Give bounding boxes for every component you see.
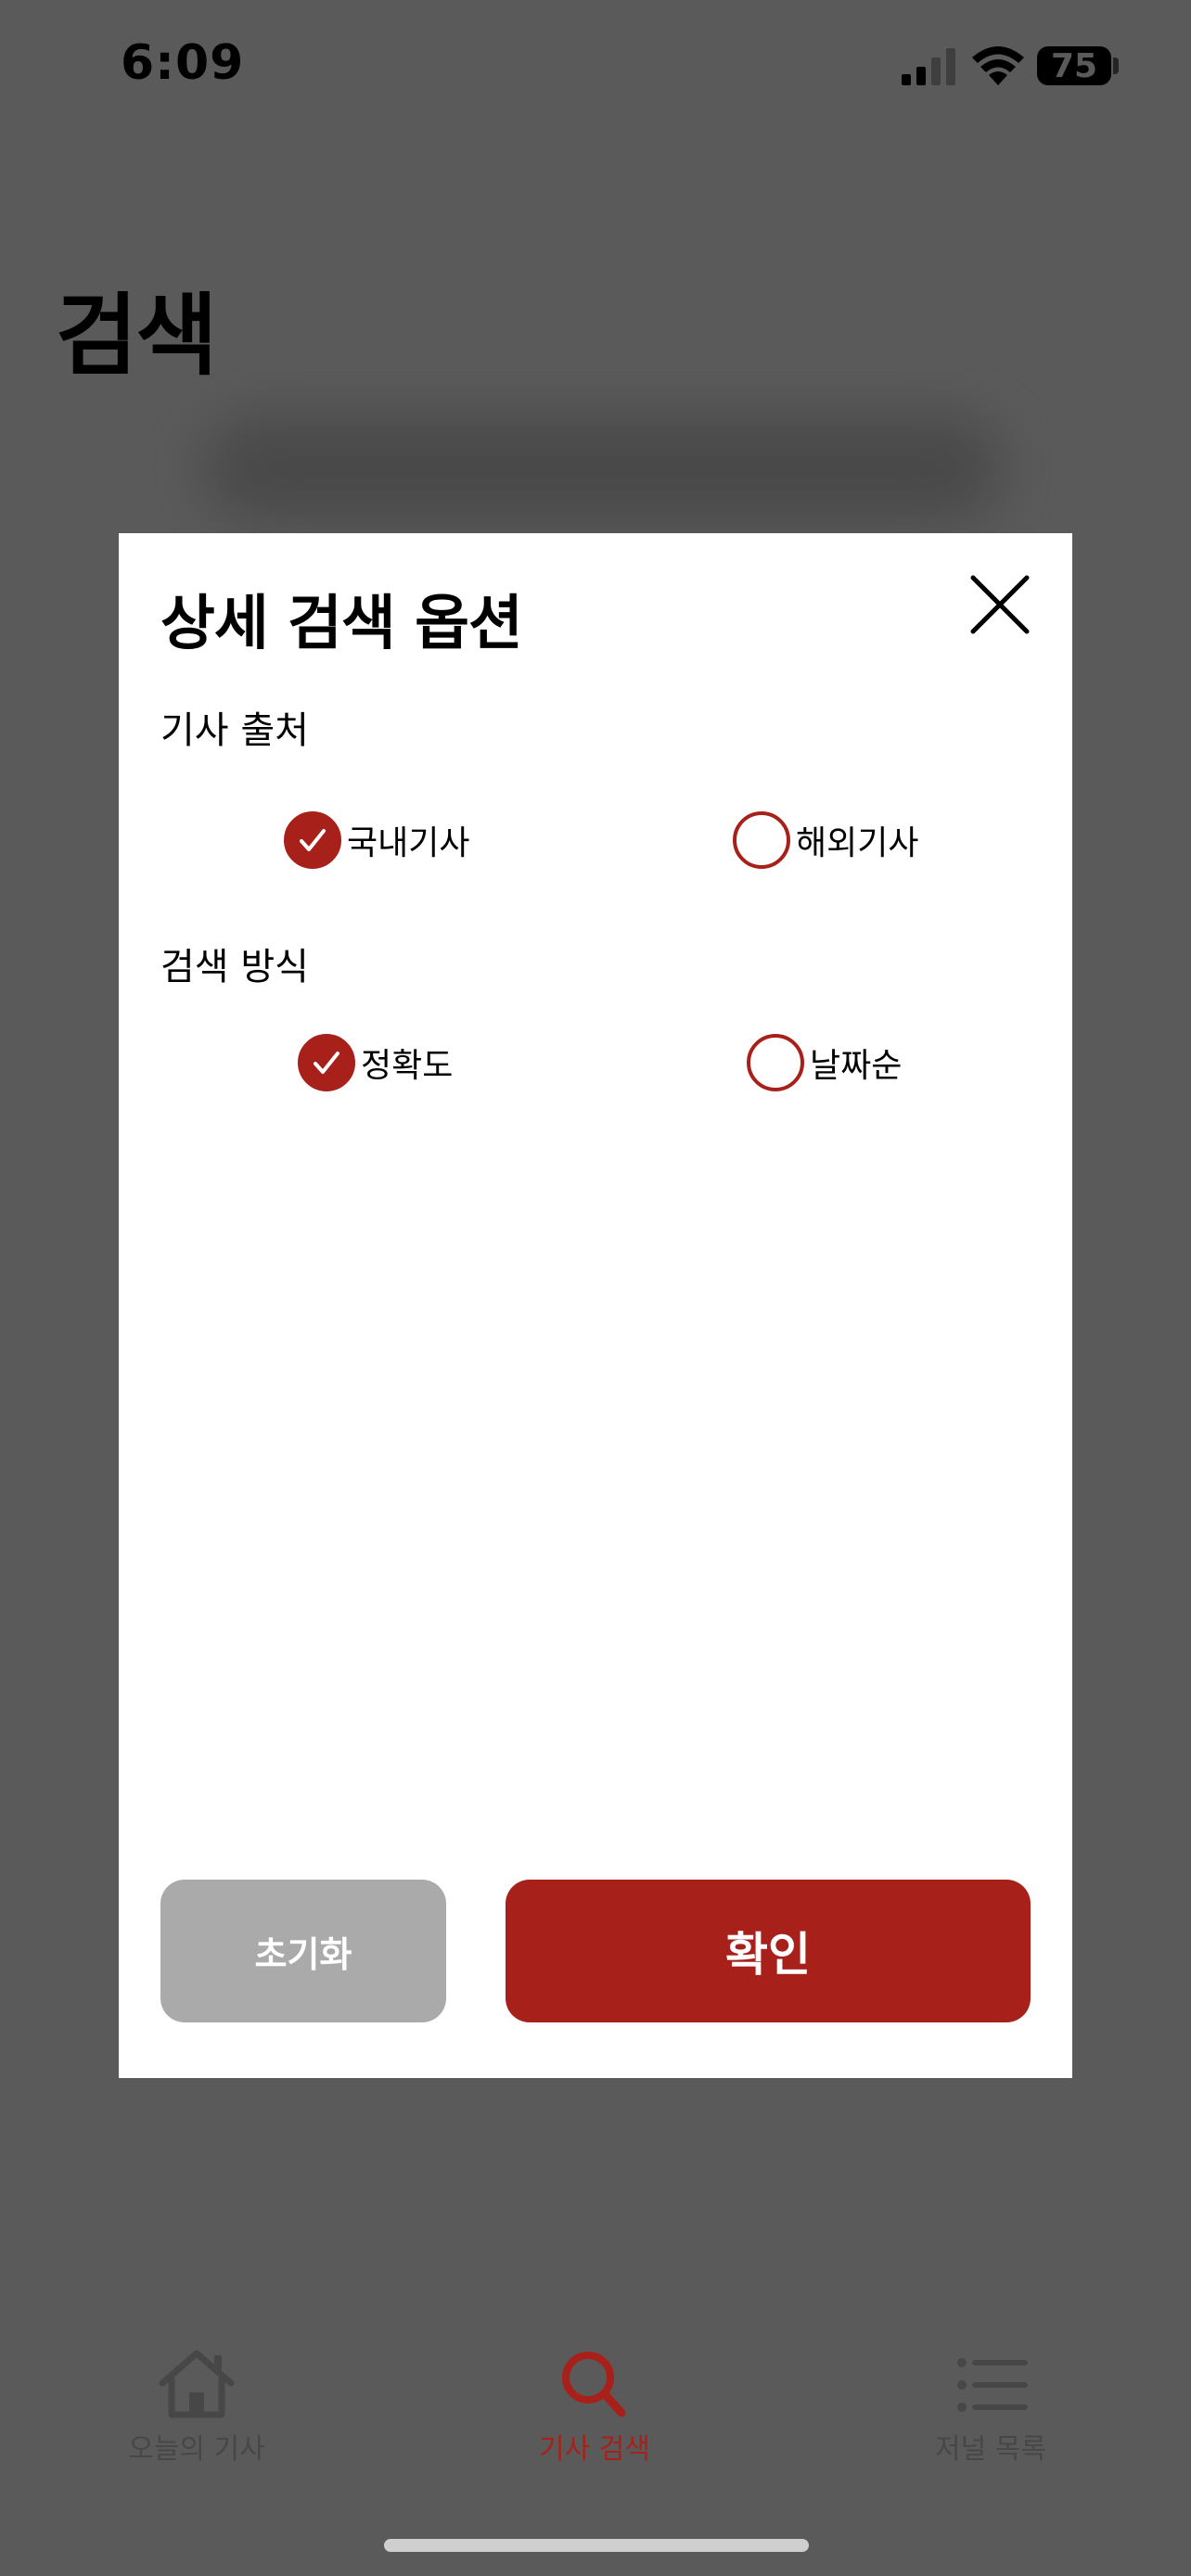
option-label: 국내기사 xyxy=(347,824,470,862)
checked-radio-icon[interactable] xyxy=(298,1034,355,1091)
confirm-button[interactable]: 확인 xyxy=(506,1880,1031,2022)
modal-title: 상세 검색 옵션 xyxy=(160,590,523,658)
reset-button[interactable]: 초기화 xyxy=(160,1880,446,2022)
option-label: 해외기사 xyxy=(796,824,919,862)
section-label-source: 기사 출처 xyxy=(160,709,309,752)
tab-today-articles[interactable]: 오늘의 기사 xyxy=(58,2346,336,2467)
option-accuracy[interactable]: 정확도 xyxy=(298,1034,453,1091)
search-icon xyxy=(562,2352,626,2417)
option-foreign[interactable]: 해외기사 xyxy=(733,811,918,869)
section-label-method: 검색 방식 xyxy=(160,946,309,988)
option-label: 날짜순 xyxy=(810,1047,903,1085)
battery-level: 75 xyxy=(1050,46,1098,85)
option-label: 정확도 xyxy=(361,1047,454,1085)
unchecked-radio-icon[interactable] xyxy=(733,811,790,869)
tab-label: 저널 목록 xyxy=(935,2433,1046,2466)
home-indicator[interactable] xyxy=(384,2539,809,2552)
search-bar-shadow xyxy=(204,417,1002,519)
checkmark-icon xyxy=(300,829,326,851)
cellular-signal-icon xyxy=(902,48,955,85)
option-date[interactable]: 날짜순 xyxy=(747,1034,902,1091)
tab-journal-list[interactable]: 저널 목록 xyxy=(852,2346,1130,2467)
checkmark-icon xyxy=(314,1052,339,1074)
status-bar: 6:09 75 xyxy=(0,0,1191,130)
advanced-search-modal: 상세 검색 옵션 기사 출처 국내기사 해외기사 검색 방식 정확도 날짜순 초… xyxy=(119,533,1072,2078)
tab-label: 오늘의 기사 xyxy=(128,2433,265,2466)
page-title: 검색 xyxy=(56,284,218,388)
tab-article-search[interactable]: 기사 검색 xyxy=(455,2346,734,2467)
list-icon xyxy=(957,2358,1028,2412)
unchecked-radio-icon[interactable] xyxy=(747,1034,804,1091)
wifi-icon xyxy=(972,46,1024,85)
tab-label: 기사 검색 xyxy=(539,2433,650,2466)
battery-icon: 75 xyxy=(1037,46,1111,85)
battery-tip xyxy=(1113,57,1119,74)
option-domestic[interactable]: 국내기사 xyxy=(284,811,469,869)
status-time: 6:09 xyxy=(121,35,245,91)
home-icon xyxy=(159,2350,235,2418)
tab-bar: 오늘의 기사 기사 검색 저널 목록 xyxy=(0,2346,1191,2504)
checked-radio-icon[interactable] xyxy=(284,811,341,869)
close-icon[interactable] xyxy=(967,572,1032,637)
